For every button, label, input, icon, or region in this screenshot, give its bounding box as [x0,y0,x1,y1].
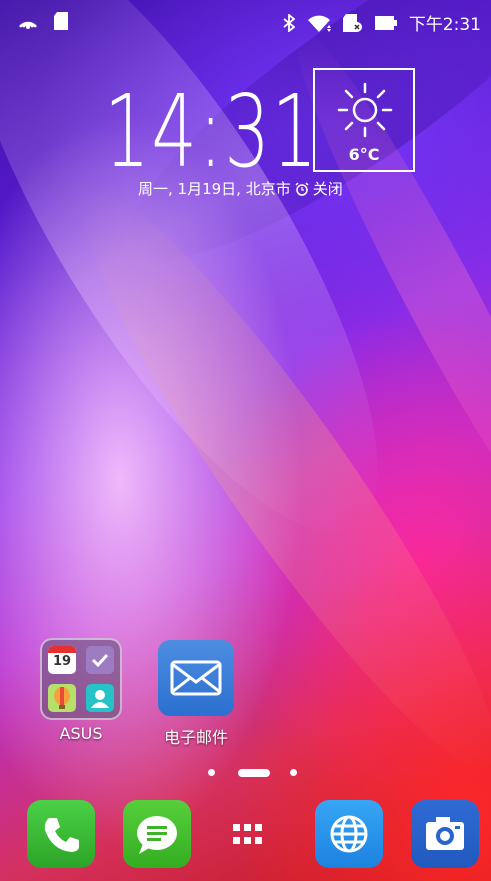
phone-icon[interactable] [27,800,95,868]
email-app-label: 电子邮件 [163,728,228,747]
battery-icon [374,15,397,30]
app-drawer-icon[interactable] [220,808,274,862]
nfc-icon [18,13,38,29]
alarm-status: 关闭 [312,180,343,198]
weather-widget[interactable]: 6°C [313,68,415,172]
camera-icon[interactable] [411,800,479,868]
alarm-icon [295,181,309,196]
status-bar: 下午2:31 [0,0,491,40]
wifi-icon [307,14,331,32]
page-dot-current[interactable] [238,769,270,777]
browser-icon[interactable] [315,800,383,868]
page-dot[interactable] [290,769,297,776]
bluetooth-icon [283,13,295,32]
weather-temperature: 6°C [348,145,380,164]
date-line[interactable]: 周一, 1月19日, 北京市 关闭 [138,178,343,199]
sim-icon [342,13,363,32]
checkmark-icon [86,646,114,674]
asus-folder-label: ASUS [59,724,103,743]
calendar-icon: 19 [48,646,76,674]
page-dot[interactable] [208,769,215,776]
email-app-icon[interactable] [158,640,234,716]
balloon-icon [48,684,76,712]
messages-icon[interactable] [123,800,191,868]
sun-icon [337,82,393,142]
date-text: 周一, 1月19日, 北京市 [138,180,291,198]
asus-folder[interactable]: 19 [40,638,122,720]
status-time: 下午2:31 [408,15,481,35]
contacts-icon [86,684,114,712]
page-indicator [0,764,491,780]
sdcard-icon [54,12,68,30]
